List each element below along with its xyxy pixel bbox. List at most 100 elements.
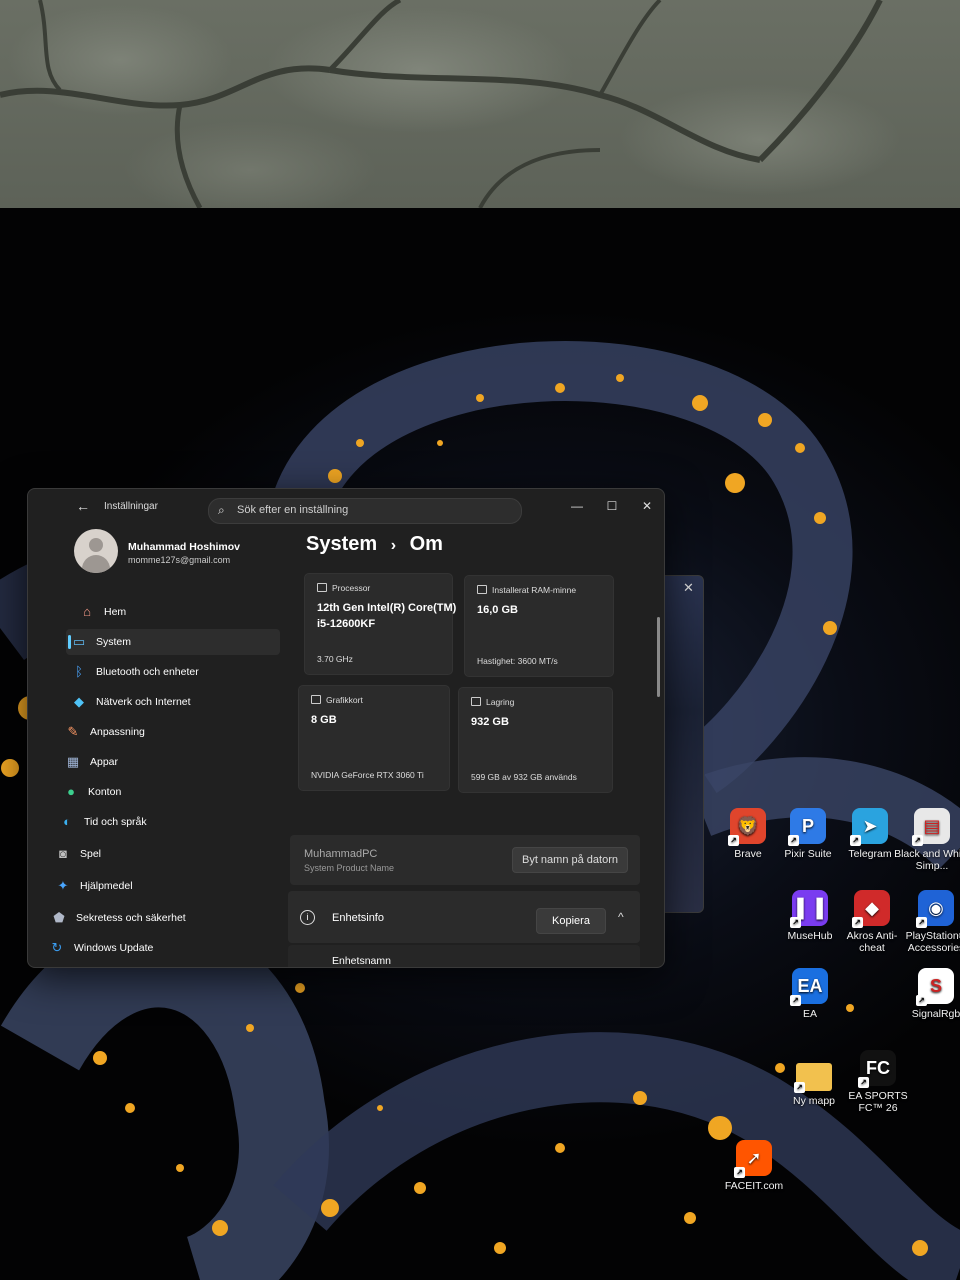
desktop-shortcut[interactable]: EA ↗ EA xyxy=(772,968,848,1020)
shortcut-arrow-icon: ↗ xyxy=(790,917,801,928)
search-input[interactable]: ⌕ Sök efter en inställning xyxy=(208,498,522,524)
storage-value: 932 GB xyxy=(471,716,509,728)
desktop-shortcut[interactable]: ➚ ↗ FACEIT.com xyxy=(716,1140,792,1192)
rename-pc-button[interactable]: Byt namn på datorn xyxy=(512,847,628,873)
device-name: MuhammadPC xyxy=(304,848,378,860)
sidebar-item-appar[interactable]: ▦ Appar xyxy=(28,749,286,775)
gpu-label: Grafikkort xyxy=(326,695,363,705)
person-icon: ● xyxy=(67,784,75,799)
page-title: Om xyxy=(409,533,443,555)
bluetooth-icon: ᛒ xyxy=(75,664,83,679)
stone-texture xyxy=(0,0,883,208)
shortcut-arrow-icon: ↗ xyxy=(788,835,799,846)
breadcrumb: System › Om xyxy=(306,533,443,556)
shortcut-arrow-icon: ↗ xyxy=(790,995,801,1006)
desktop-shortcut-label: PlayStation® Accessories xyxy=(905,930,960,954)
sidebar-item-nätverk-och-internet[interactable]: ◆ Nätverk och Internet xyxy=(28,689,286,715)
sidebar-item-bluetooth-och-enheter[interactable]: ᛒ Bluetooth och enheter xyxy=(28,659,286,685)
sidebar-item-label: Spel xyxy=(80,848,102,860)
playstation-icon: ◉ ↗ xyxy=(916,890,954,928)
apps-icon: ▦ xyxy=(66,754,80,769)
pdf-icon: ▤ ↗ xyxy=(912,808,950,846)
sidebar-item-anpassning[interactable]: ✎ Anpassning xyxy=(28,719,286,745)
desktop-shortcut[interactable]: S ↗ SignalRgb xyxy=(898,968,960,1020)
gpu-value: 8 GB xyxy=(311,714,337,726)
desktop-shortcut-label: Black and White Simp... xyxy=(894,848,960,872)
copy-button[interactable]: Kopiera xyxy=(536,908,606,934)
storage-card: Lagring 932 GB 599 GB av 932 GB används xyxy=(458,687,613,793)
folder-icon: ↗ xyxy=(794,1063,832,1093)
close-button[interactable]: ✕ xyxy=(632,495,662,517)
sidebar-item-hem[interactable]: ⌂ Hem xyxy=(28,599,286,625)
shortcut-arrow-icon: ↗ xyxy=(850,835,861,846)
device-info-label: Enhetsinfo xyxy=(332,912,384,924)
background-window[interactable]: ✕ xyxy=(662,575,704,913)
easportsfc-icon: FC ↗ xyxy=(858,1050,896,1088)
device-product-name: System Product Name xyxy=(304,863,395,873)
sidebar-item-hjälpmedel[interactable]: ✦ Hjälpmedel xyxy=(28,873,286,899)
sidebar-item-sekretess-och-säkerhet[interactable]: ⬟ Sekretess och säkerhet xyxy=(28,905,286,931)
sidebar-item-label: Hjälpmedel xyxy=(80,880,133,892)
sidebar-item-windows-update[interactable]: ↻ Windows Update xyxy=(28,935,286,961)
processor-value: 12th Gen Intel(R) Core(TM) i5-12600KF xyxy=(317,602,457,630)
shield-icon: ⬟ xyxy=(53,910,65,925)
back-arrow-icon[interactable]: ← xyxy=(76,498,90,514)
scrollbar[interactable] xyxy=(657,617,660,697)
shortcut-arrow-icon: ↗ xyxy=(852,917,863,928)
breadcrumb-separator: › xyxy=(390,537,397,554)
settings-window: ← Inställningar ⌕ Sök efter en inställni… xyxy=(27,488,665,968)
info-icon: i xyxy=(300,910,315,925)
device-info-row[interactable]: i Enhetsinfo Kopiera ^ xyxy=(288,891,640,943)
search-placeholder: Sök efter en inställning xyxy=(237,504,349,516)
telegram-icon: ➤ ↗ xyxy=(850,808,888,846)
user-email: momme127s@gmail.com xyxy=(128,555,231,565)
sidebar-item-system[interactable]: ▭ System xyxy=(66,629,280,655)
close-icon[interactable]: ✕ xyxy=(683,580,694,596)
shortcut-arrow-icon: ↗ xyxy=(916,917,927,928)
processor-card: Processor 12th Gen Intel(R) Core(TM) i5-… xyxy=(304,573,456,675)
device-name-row: MuhammadPC System Product Name Byt namn … xyxy=(290,835,640,885)
desktop-shortcut[interactable]: ▤↗Black and White Simp... xyxy=(894,808,960,872)
gpu-model: NVIDIA GeForce RTX 3060 Ti xyxy=(311,770,424,780)
faceit-icon: ➚ ↗ xyxy=(734,1140,772,1178)
sidebar-item-konton[interactable]: ● Konton xyxy=(28,779,286,805)
desktop-shortcut-label: EA SPORTS FC™ 26 xyxy=(848,1090,908,1114)
monitor-icon: ▭ xyxy=(72,634,86,649)
globe-clock-icon: ◐ xyxy=(63,814,71,829)
shortcut-arrow-icon: ↗ xyxy=(858,1077,869,1088)
desktop-shortcut[interactable]: ◉↗PlayStation® Accessories xyxy=(898,890,960,954)
gpu-card: Grafikkort 8 GB NVIDIA GeForce RTX 3060 … xyxy=(298,685,450,791)
processor-label: Processor xyxy=(332,583,371,593)
brave-icon: 🦁 ↗ xyxy=(728,808,766,846)
sidebar-item-label: Bluetooth och enheter xyxy=(96,666,199,678)
ram-card: Installerat RAM-minne 16,0 GB Hastighet:… xyxy=(464,575,614,677)
sidebar-item-label: Konton xyxy=(88,786,122,798)
storage-usage: 599 GB av 932 GB används xyxy=(471,772,577,782)
sidebar-item-label: Appar xyxy=(90,756,119,768)
breadcrumb-parent[interactable]: System xyxy=(306,533,377,555)
ram-icon xyxy=(477,585,487,594)
gamepad-icon: ◙ xyxy=(59,846,67,861)
shortcut-arrow-icon: ↗ xyxy=(734,1167,745,1178)
user-name: Muhammad Hoshimov xyxy=(128,541,241,553)
minimize-button[interactable]: — xyxy=(562,495,592,517)
maximize-button[interactable]: ☐ xyxy=(597,495,627,517)
ram-label: Installerat RAM-minne xyxy=(492,585,577,595)
desktop-shortcut-label: SignalRgb xyxy=(911,1008,960,1020)
home-icon: ⌂ xyxy=(83,604,91,619)
sidebar-item-label: System xyxy=(96,636,132,648)
chevron-up-icon[interactable]: ^ xyxy=(618,910,624,924)
desktop-shortcut[interactable]: FC ↗ EA SPORTS FC™ 26 xyxy=(840,1050,916,1114)
sidebar-item-tid-och-språk[interactable]: ◐ Tid och språk xyxy=(28,809,286,835)
brush-icon: ✎ xyxy=(67,724,79,739)
desktop-shortcut-label: FACEIT.com xyxy=(724,1180,784,1192)
processor-speed: 3.70 GHz xyxy=(317,654,353,664)
shortcut-arrow-icon: ↗ xyxy=(728,835,739,846)
sidebar-item-label: Sekretess och säkerhet xyxy=(76,912,186,924)
musehub-icon: ▌▐ ↗ xyxy=(790,890,828,928)
sidebar-item-spel[interactable]: ◙ Spel xyxy=(28,841,286,867)
avatar[interactable] xyxy=(74,529,118,573)
processor-icon xyxy=(317,583,327,592)
sidebar-item-label: Windows Update xyxy=(74,942,154,954)
ram-value: 16,0 GB xyxy=(477,604,518,616)
